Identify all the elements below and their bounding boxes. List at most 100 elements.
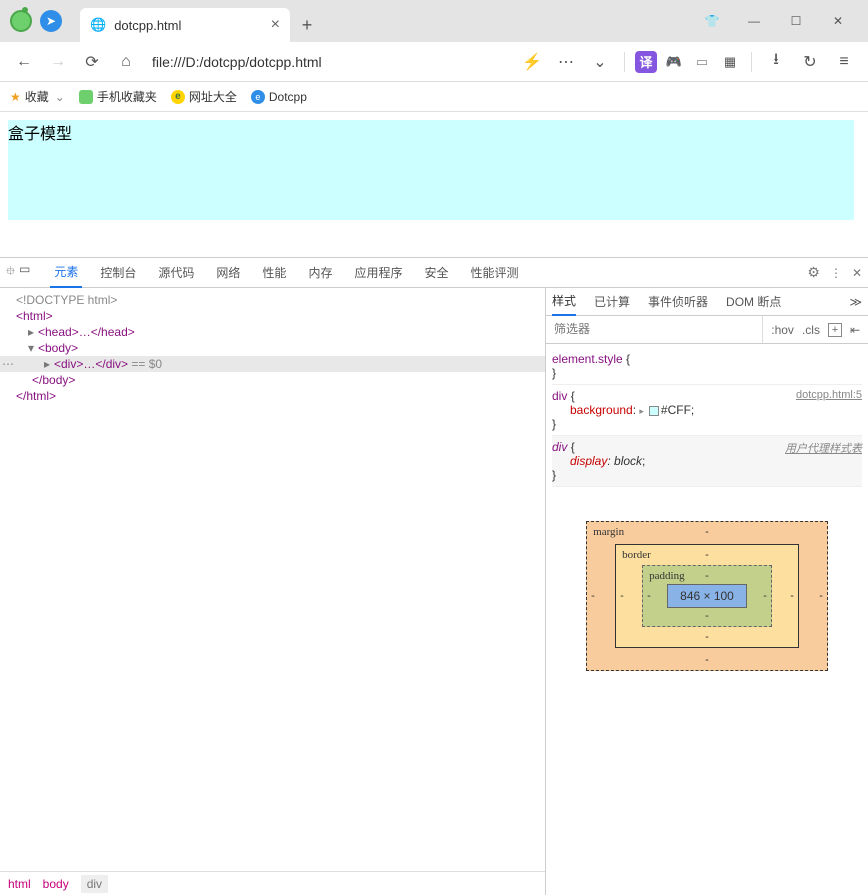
bc-div[interactable]: div (81, 875, 108, 893)
devtools-body: <!DOCTYPE html> <html> ▸<head>…</head> ▾… (0, 288, 868, 895)
dom-doctype[interactable]: <!DOCTYPE html> (0, 292, 545, 308)
bm-margin[interactable]: margin - - - - border - - - - padding - (586, 521, 828, 671)
gear-icon[interactable]: ⚙ (807, 264, 820, 281)
separator (624, 52, 625, 72)
dom-body-close[interactable]: </body> (0, 372, 545, 388)
dropdown-icon[interactable]: ⌄ (586, 48, 614, 76)
devtools-close-icon[interactable]: ✕ (852, 266, 862, 280)
subtab-listeners[interactable]: 事件侦听器 (648, 288, 708, 316)
rule-element-style[interactable]: element.style { } (552, 348, 862, 385)
tab-sources[interactable]: 源代码 (154, 258, 198, 288)
tab-network[interactable]: 网络 (212, 258, 244, 288)
gamepad-icon[interactable]: 🎮 (663, 51, 685, 73)
bookmark-nav[interactable]: e网址大全 (171, 88, 237, 105)
address-bar[interactable]: file:///D:/dotcpp/dotcpp.html (146, 48, 512, 76)
styles-subtabs: 样式 已计算 事件侦听器 DOM 断点 ≫ (546, 288, 868, 316)
bookmark-phone[interactable]: 手机收藏夹 (79, 88, 157, 105)
reload-button[interactable]: ⟳ (78, 48, 106, 76)
page-box-div: 盒子模型 (8, 120, 854, 220)
subtab-styles[interactable]: 样式 (552, 288, 576, 316)
history-icon[interactable]: ↻ (796, 48, 824, 76)
titlebar: ➤ 🌐 dotcpp.html × + 👕 — ☐ ✕ (0, 0, 868, 42)
dom-html-open[interactable]: <html> (0, 308, 545, 324)
devtools-tabs: ⯐ ▭ 元素 控制台 源代码 网络 性能 内存 应用程序 安全 性能评测 ⚙ ⋮… (0, 258, 868, 288)
send-icon[interactable]: ➤ (40, 10, 62, 32)
toolbar-right: ⚡ ⋯ ⌄ 译 🎮 ▭ ▦ ⭳ ↻ ≡ (518, 48, 858, 76)
dom-body-open[interactable]: ▾<body> (0, 340, 545, 356)
tab-console[interactable]: 控制台 (96, 258, 140, 288)
close-window-button[interactable]: ✕ (822, 5, 854, 37)
tab-audits[interactable]: 性能评测 (466, 258, 522, 288)
dotcpp-icon: e (251, 90, 265, 104)
tab-application[interactable]: 应用程序 (350, 258, 406, 288)
more-icon[interactable]: ⋯ (552, 48, 580, 76)
flash-icon[interactable]: ⚡ (518, 48, 546, 76)
dom-panel: <!DOCTYPE html> <html> ▸<head>…</head> ▾… (0, 288, 546, 895)
nav-toolbar: ← → ⟳ ⌂ file:///D:/dotcpp/dotcpp.html ⚡ … (0, 42, 868, 82)
bm-padding[interactable]: padding - - - - 846 × 100 (642, 565, 772, 627)
styles-panel: 样式 已计算 事件侦听器 DOM 断点 ≫ :hov .cls + ⇤ elem… (546, 288, 868, 895)
page-box-text: 盒子模型 (8, 126, 72, 143)
color-swatch-icon[interactable] (649, 406, 659, 416)
pin-icon[interactable]: ⇤ (850, 323, 860, 337)
phone-icon (79, 90, 93, 104)
bc-body[interactable]: body (43, 877, 69, 891)
subtab-breakpoints[interactable]: DOM 断点 (726, 288, 781, 316)
dom-breadcrumb: html body div (0, 871, 545, 895)
tab-performance[interactable]: 性能 (258, 258, 290, 288)
inspect-icon[interactable]: ⯐ (6, 262, 15, 283)
rule-div-ua[interactable]: 用户代理样式表 div { display: block; } (552, 436, 862, 487)
bc-html[interactable]: html (8, 877, 31, 891)
back-button[interactable]: ← (10, 48, 38, 76)
reader-icon[interactable]: ▭ (691, 51, 713, 73)
separator (751, 52, 752, 72)
box-model-diagram: margin - - - - border - - - - padding - (546, 491, 868, 701)
tab-title: dotcpp.html (114, 18, 181, 33)
nav-icon: e (171, 90, 185, 104)
style-rules: element.style { } dotcpp.html:5 div { ba… (546, 344, 868, 491)
cls-toggle[interactable]: .cls (802, 323, 820, 337)
device-icon[interactable]: ▭ (19, 262, 30, 283)
rule-div-bg[interactable]: dotcpp.html:5 div { background: ▸#CFF; } (552, 385, 862, 436)
globe-icon: 🌐 (90, 17, 106, 33)
styles-filter-row: :hov .cls + ⇤ (546, 316, 868, 344)
dom-html-close[interactable]: </html> (0, 388, 545, 404)
apps-icon[interactable]: ▦ (719, 51, 741, 73)
devtools-more-icon[interactable]: ⋮ (830, 266, 842, 280)
browser-tab[interactable]: 🌐 dotcpp.html × (80, 8, 290, 42)
menu-icon[interactable]: ≡ (830, 48, 858, 76)
titlebar-left: ➤ (0, 0, 72, 42)
bookmark-dotcpp[interactable]: eDotcpp (251, 90, 307, 104)
inspect-tools: ⯐ ▭ (6, 262, 30, 283)
download-icon[interactable]: ⭳ (762, 48, 790, 76)
devtools-panel: ⯐ ▭ 元素 控制台 源代码 网络 性能 内存 应用程序 安全 性能评测 ⚙ ⋮… (0, 257, 868, 895)
chevron-down-icon: ⌄ (55, 90, 65, 104)
home-button[interactable]: ⌂ (112, 48, 140, 76)
bm-content[interactable]: 846 × 100 (667, 584, 747, 608)
forward-button[interactable]: → (44, 48, 72, 76)
rule-source-link[interactable]: dotcpp.html:5 (796, 389, 862, 401)
dom-div-selected[interactable]: ▸<div>…</div> == $0 (0, 356, 545, 372)
window-controls: 👕 — ☐ ✕ (682, 0, 868, 42)
subtab-more[interactable]: ≫ (849, 288, 862, 316)
minimize-button[interactable]: — (738, 5, 770, 37)
tab-memory[interactable]: 内存 (304, 258, 336, 288)
tab-close-icon[interactable]: × (271, 16, 280, 34)
bookmarks-bar: ★收藏⌄ 手机收藏夹 e网址大全 eDotcpp (0, 82, 868, 112)
favorites-button[interactable]: ★收藏⌄ (10, 88, 65, 105)
maximize-button[interactable]: ☐ (780, 5, 812, 37)
new-tab-button[interactable]: + (290, 8, 324, 42)
bm-border[interactable]: border - - - - padding - - - - 846 × 100 (615, 544, 799, 648)
new-rule-button[interactable]: + (828, 323, 842, 337)
rule-source-ua: 用户代理样式表 (785, 440, 862, 456)
subtab-computed[interactable]: 已计算 (594, 288, 630, 316)
tab-elements[interactable]: 元素 (50, 258, 82, 288)
dom-head[interactable]: ▸<head>…</head> (0, 324, 545, 340)
tshirt-icon[interactable]: 👕 (696, 5, 728, 37)
styles-filter-input[interactable] (546, 322, 762, 337)
browser-logo-icon[interactable] (10, 10, 32, 32)
hov-toggle[interactable]: :hov (771, 323, 794, 337)
dom-tree[interactable]: <!DOCTYPE html> <html> ▸<head>…</head> ▾… (0, 288, 545, 871)
tab-security[interactable]: 安全 (420, 258, 452, 288)
translate-icon[interactable]: 译 (635, 51, 657, 73)
